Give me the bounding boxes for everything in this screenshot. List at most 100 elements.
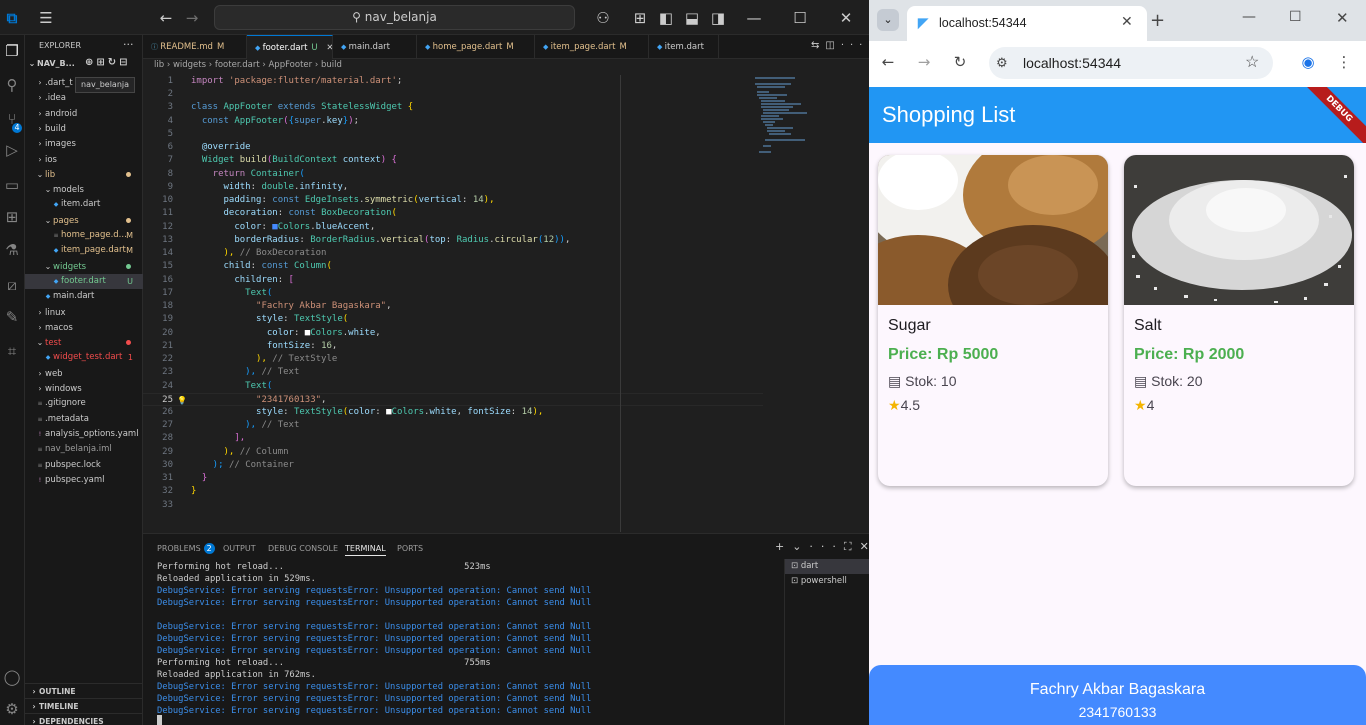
tree-item[interactable]: ⌄ lib	[25, 167, 143, 182]
address-bar[interactable]: ⚙ localhost:54344 ☆	[989, 47, 1273, 79]
tree-item[interactable]: ≡ home_page.d... M	[25, 228, 143, 243]
code-line[interactable]: 1 import 'package:flutter/material.dart';	[143, 75, 763, 88]
minimize-icon[interactable]: —	[744, 8, 764, 28]
search-view-icon[interactable]: ⚲	[2, 75, 22, 95]
extensions-icon[interactable]: ⊞	[2, 207, 22, 227]
tree-item[interactable]: ◆ main.dart	[25, 289, 143, 304]
code-line[interactable]: 22 ), // TextStyle	[143, 353, 763, 366]
tree-item[interactable]: ≡ nav_belanja.iml	[25, 442, 143, 457]
tree-item[interactable]: › android	[25, 106, 143, 121]
code-line[interactable]: 30 ); // Container	[143, 459, 763, 472]
browser-maximize-icon[interactable]: ☐	[1289, 9, 1302, 25]
maximize-icon[interactable]: ☐	[790, 8, 810, 28]
section-header[interactable]: › TIMELINE	[25, 698, 143, 713]
editor-actions-icon[interactable]: ⇆◫···	[811, 40, 868, 51]
browser-back-icon[interactable]: ←	[877, 51, 899, 73]
terminal-session-powershell[interactable]: ⊡ powershell	[785, 574, 869, 589]
terminal-output[interactable]: Performing hot reload... 523ms Reloaded a…	[157, 561, 777, 725]
code-line[interactable]: 10 padding: const EdgeInsets.symmetric(v…	[143, 194, 763, 207]
tree-item[interactable]: ⌄ models	[25, 182, 143, 197]
bookmark-star-icon[interactable]: ☆	[1245, 47, 1259, 79]
tab-search-icon[interactable]: ⌄	[877, 9, 899, 31]
menu-icon[interactable]: ☰	[36, 8, 56, 28]
tab-item-dart[interactable]: ◆ item.dart	[649, 35, 719, 59]
tree-item[interactable]: ≡ .gitignore	[25, 396, 143, 411]
code-line[interactable]: 8 return Container(	[143, 168, 763, 181]
panel-tab-output[interactable]: OUTPUT	[223, 542, 256, 556]
accounts-icon[interactable]: ◯	[2, 667, 22, 687]
panel-tab-debug-console[interactable]: DEBUG CONSOLE	[268, 542, 338, 556]
code-line[interactable]: 15 child: const Column(	[143, 260, 763, 273]
tab-README-md[interactable]: ⓘ README.md M	[143, 35, 247, 59]
browser-menu-icon[interactable]: ⋮	[1333, 51, 1355, 73]
minimap[interactable]	[753, 75, 863, 155]
code-line[interactable]: 7 Widget build(BuildContext context) {	[143, 154, 763, 167]
close-icon[interactable]: ✕	[836, 8, 856, 28]
terminal-session-dart[interactable]: ⊡ dart	[785, 559, 869, 574]
item-card-sugar[interactable]: Sugar Price: Rp 5000 ▤ Stok: 10 ★4.5	[878, 155, 1108, 486]
breadcrumb-item[interactable]: footer.dart	[215, 60, 260, 70]
tree-item[interactable]: ! pubspec.yaml	[25, 473, 143, 488]
breadcrumb-item[interactable]: AppFooter	[268, 60, 312, 70]
tree-item[interactable]: ≡ pubspec.lock	[25, 458, 143, 473]
panel-actions-icon[interactable]: +⌄···⛶✕	[775, 540, 869, 554]
tree-item[interactable]: ◆ widget_test.dart 1	[25, 350, 143, 365]
tree-item[interactable]: ◆ footer.dart U	[25, 273, 143, 289]
edit-icon[interactable]: ✎	[2, 307, 22, 327]
tree-item[interactable]: › build	[25, 121, 143, 136]
code-line[interactable]: 23 ), // Text	[143, 366, 763, 379]
tree-item[interactable]: › windows	[25, 381, 143, 396]
code-line[interactable]: 27 ), // Text	[143, 419, 763, 432]
reload-icon[interactable]: ↻	[949, 51, 971, 73]
code-line[interactable]: 28 ],	[143, 432, 763, 445]
scan-icon[interactable]: ⌗	[2, 341, 22, 361]
code-line[interactable]: 4 const AppFooter({super.key});	[143, 115, 763, 128]
copilot-icon[interactable]: ⚇	[590, 8, 616, 28]
tree-item[interactable]: › linux	[25, 305, 143, 320]
breadcrumb-item[interactable]: lib	[154, 60, 164, 70]
code-line[interactable]: 17 Text(	[143, 287, 763, 300]
code-line[interactable]: 19 style: TextStyle(	[143, 313, 763, 326]
tree-item[interactable]: › ios	[25, 152, 143, 167]
tree-item[interactable]: ⌄ pages	[25, 213, 143, 228]
tree-item[interactable]: ◆ item_page.dart M	[25, 243, 143, 258]
section-header[interactable]: › DEPENDENCIES	[25, 713, 143, 725]
code-line[interactable]: 31 }	[143, 472, 763, 485]
testing-icon[interactable]: ⚗	[2, 240, 22, 260]
browser-tab[interactable]: ◤ localhost:54344 ✕	[907, 6, 1147, 41]
toggle-panel-icon[interactable]: ⬓	[682, 8, 702, 28]
code-line[interactable]: 6 @override	[143, 141, 763, 154]
toggle-secondary-sidebar-icon[interactable]: ◨	[708, 8, 728, 28]
code-line[interactable]: 25 💡 "2341760133",	[143, 392, 763, 407]
code-line[interactable]: 5	[143, 128, 763, 141]
code-line[interactable]: 26 style: TextStyle(color: ■Colors.white…	[143, 406, 763, 419]
tab-home_page-dart[interactable]: ◆ home_page.dart M	[417, 35, 535, 59]
breadcrumb-item[interactable]: build	[321, 60, 342, 70]
code-line[interactable]: 2	[143, 88, 763, 101]
panel-tab-terminal[interactable]: TERMINAL	[345, 542, 386, 556]
layout-customize-icon[interactable]: ⊞	[630, 8, 650, 28]
section-header[interactable]: › OUTLINE	[25, 683, 143, 698]
close-tab-icon[interactable]: ✕	[324, 43, 332, 53]
new-tab-icon[interactable]: +	[1150, 10, 1165, 31]
project-header[interactable]: ⌄ NAV_B... ⊕⊞↻⊟	[27, 57, 143, 73]
code-line[interactable]: 21 fontSize: 16,	[143, 340, 763, 353]
code-line[interactable]: 9 width: double.infinity,	[143, 181, 763, 194]
tab-item_page-dart[interactable]: ◆ item_page.dart M	[535, 35, 649, 59]
browser-forward-icon[interactable]: →	[913, 51, 935, 73]
code-line[interactable]: 3 class AppFooter extends StatelessWidget…	[143, 101, 763, 114]
breadcrumb-item[interactable]: widgets	[173, 60, 206, 70]
settings-gear-icon[interactable]: ⚙	[2, 699, 22, 719]
tree-item[interactable]: › web	[25, 366, 143, 381]
code-line[interactable]: 29 ), // Column	[143, 446, 763, 459]
tab-footer-dart[interactable]: ◆ footer.dart U ✕	[247, 35, 333, 59]
tree-item[interactable]: › images	[25, 136, 143, 151]
code-line[interactable]: 14 ), // BoxDecoration	[143, 247, 763, 260]
lightbulb-icon[interactable]: 💡	[177, 394, 187, 407]
tab-main-dart[interactable]: ◆ main.dart	[333, 35, 417, 59]
panel-tab-ports[interactable]: PORTS	[397, 542, 423, 556]
remote-explorer-icon[interactable]: ▭	[2, 175, 22, 195]
more-actions-icon[interactable]: ···	[123, 38, 134, 51]
tree-item[interactable]: ≡ .metadata	[25, 412, 143, 427]
code-line[interactable]: 20 color: ■Colors.white,	[143, 327, 763, 340]
